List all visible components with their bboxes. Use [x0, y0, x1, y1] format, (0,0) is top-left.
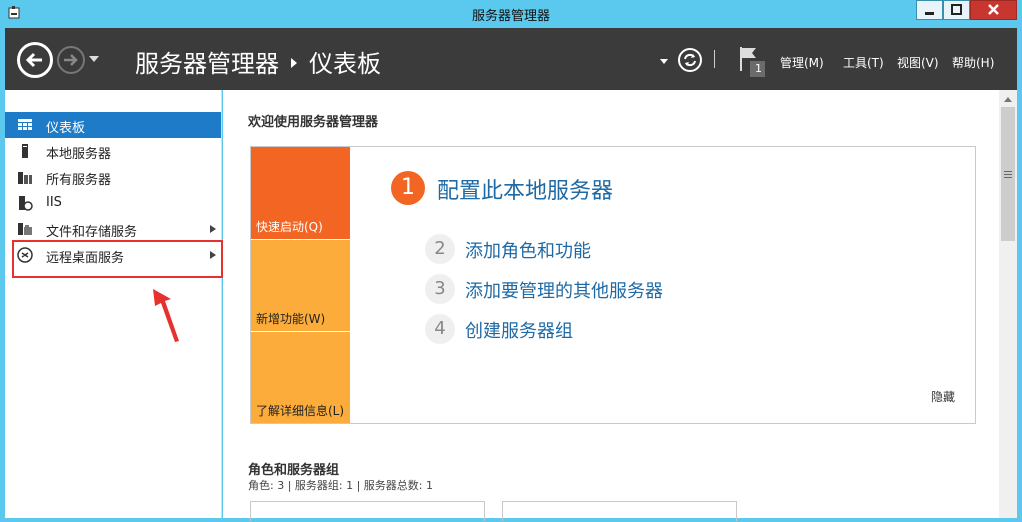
maximize-button[interactable]: [943, 0, 970, 20]
welcome-title: 欢迎使用服务器管理器: [248, 115, 379, 130]
server-icon: [22, 144, 28, 158]
sidebar-item-label: 文件和存储服务: [46, 225, 138, 240]
step-number-badge: 2: [425, 234, 455, 264]
breadcrumb: 服务器管理器 仪表板: [135, 44, 381, 79]
breadcrumb-current: 仪表板: [309, 50, 381, 78]
tile-label: 新增功能(W): [256, 312, 326, 326]
sidebar-item-local-server[interactable]: 本地服务器: [5, 138, 221, 164]
menu-help[interactable]: 帮助(H): [952, 54, 994, 71]
tile-whats-new[interactable]: 新增功能(W): [251, 240, 350, 331]
scrollbar-thumb[interactable]: [1001, 107, 1015, 241]
role-card[interactable]: [250, 501, 485, 521]
history-dropdown-icon[interactable]: [89, 56, 99, 62]
step-number-badge: 4: [425, 314, 455, 344]
header-dropdown-icon[interactable]: [660, 59, 668, 64]
scroll-up-icon[interactable]: [1004, 97, 1012, 102]
menu-view[interactable]: 视图(V): [897, 54, 939, 71]
annotation-arrow-icon: [153, 289, 179, 342]
refresh-icon: [684, 53, 696, 67]
sidebar-item-label: 仪表板: [46, 121, 86, 136]
sidebar-item-label: 本地服务器: [46, 147, 112, 162]
dashboard-grid-icon: [18, 119, 32, 130]
notifications-button[interactable]: 1: [737, 45, 765, 77]
arrow-left-icon: [25, 52, 42, 68]
app-header: 服务器管理器 仪表板 1 管理(M) 工具(T) 视图(V) 帮助(H): [5, 28, 1017, 90]
sidebar-item-file-storage[interactable]: 文件和存储服务: [5, 216, 221, 242]
roles-section-title: 角色和服务器组: [248, 463, 340, 478]
tile-label: 了解详细信息(L): [256, 404, 345, 418]
tile-learn-more[interactable]: 了解详细信息(L): [251, 332, 350, 423]
minimize-button[interactable]: [916, 0, 943, 20]
minimize-icon: [925, 12, 934, 15]
breadcrumb-root[interactable]: 服务器管理器: [135, 50, 279, 78]
window-title: 服务器管理器: [471, 9, 550, 24]
step-number-badge: 3: [425, 274, 455, 304]
menu-tools[interactable]: 工具(T): [843, 54, 884, 71]
quick-start-panel: 快速启动(Q) 新增功能(W) 了解详细信息(L) 1 配置此本地服务器 2 添…: [250, 146, 976, 424]
sidebar: 仪表板 本地服务器 所有服务器 IIS 文件和存储服务 远程桌面服务: [5, 90, 223, 518]
step-link[interactable]: 添加角色和功能: [465, 237, 591, 263]
step-number-badge: 1: [391, 171, 425, 205]
maximize-icon: [951, 4, 962, 15]
arrow-right-icon: [64, 54, 78, 66]
sidebar-item-label: 所有服务器: [46, 173, 112, 188]
title-bar: 服务器管理器: [0, 0, 1022, 28]
file-storage-icon: [18, 223, 32, 235]
close-icon: [988, 4, 999, 15]
sidebar-item-iis[interactable]: IIS: [5, 190, 221, 216]
breadcrumb-separator-icon: [291, 58, 297, 68]
role-card[interactable]: [502, 501, 737, 521]
header-divider: [714, 50, 715, 68]
main-content: 欢迎使用服务器管理器 快速启动(Q) 新增功能(W) 了解详细信息(L) 1 配…: [223, 90, 999, 521]
sidebar-item-label: IIS: [46, 195, 62, 210]
servers-icon: [18, 172, 32, 184]
notification-count-badge: 1: [755, 62, 762, 75]
annotation-highlight-box: [12, 240, 223, 278]
tile-quick-start[interactable]: 快速启动(Q): [251, 147, 350, 239]
vertical-scrollbar[interactable]: [999, 90, 1017, 518]
step-link[interactable]: 配置此本地服务器: [437, 173, 613, 205]
step-link[interactable]: 创建服务器组: [465, 317, 573, 343]
sidebar-item-dashboard[interactable]: 仪表板: [5, 112, 221, 138]
hide-link[interactable]: 隐藏: [931, 388, 955, 405]
step-link[interactable]: 添加要管理的其他服务器: [465, 277, 663, 303]
roles-summary: 角色: 3 | 服务器组: 1 | 服务器总数: 1: [248, 479, 434, 492]
back-button[interactable]: [17, 42, 53, 78]
refresh-button[interactable]: [678, 48, 702, 72]
expand-arrow-icon[interactable]: [210, 225, 216, 233]
sidebar-item-all-servers[interactable]: 所有服务器: [5, 164, 221, 190]
menu-manage[interactable]: 管理(M): [780, 54, 824, 71]
tile-label: 快速启动(Q): [256, 220, 323, 234]
forward-button[interactable]: [57, 46, 85, 74]
close-button[interactable]: [970, 0, 1017, 20]
scrollbar-grip-icon: [1004, 171, 1012, 178]
iis-icon: [19, 196, 33, 211]
